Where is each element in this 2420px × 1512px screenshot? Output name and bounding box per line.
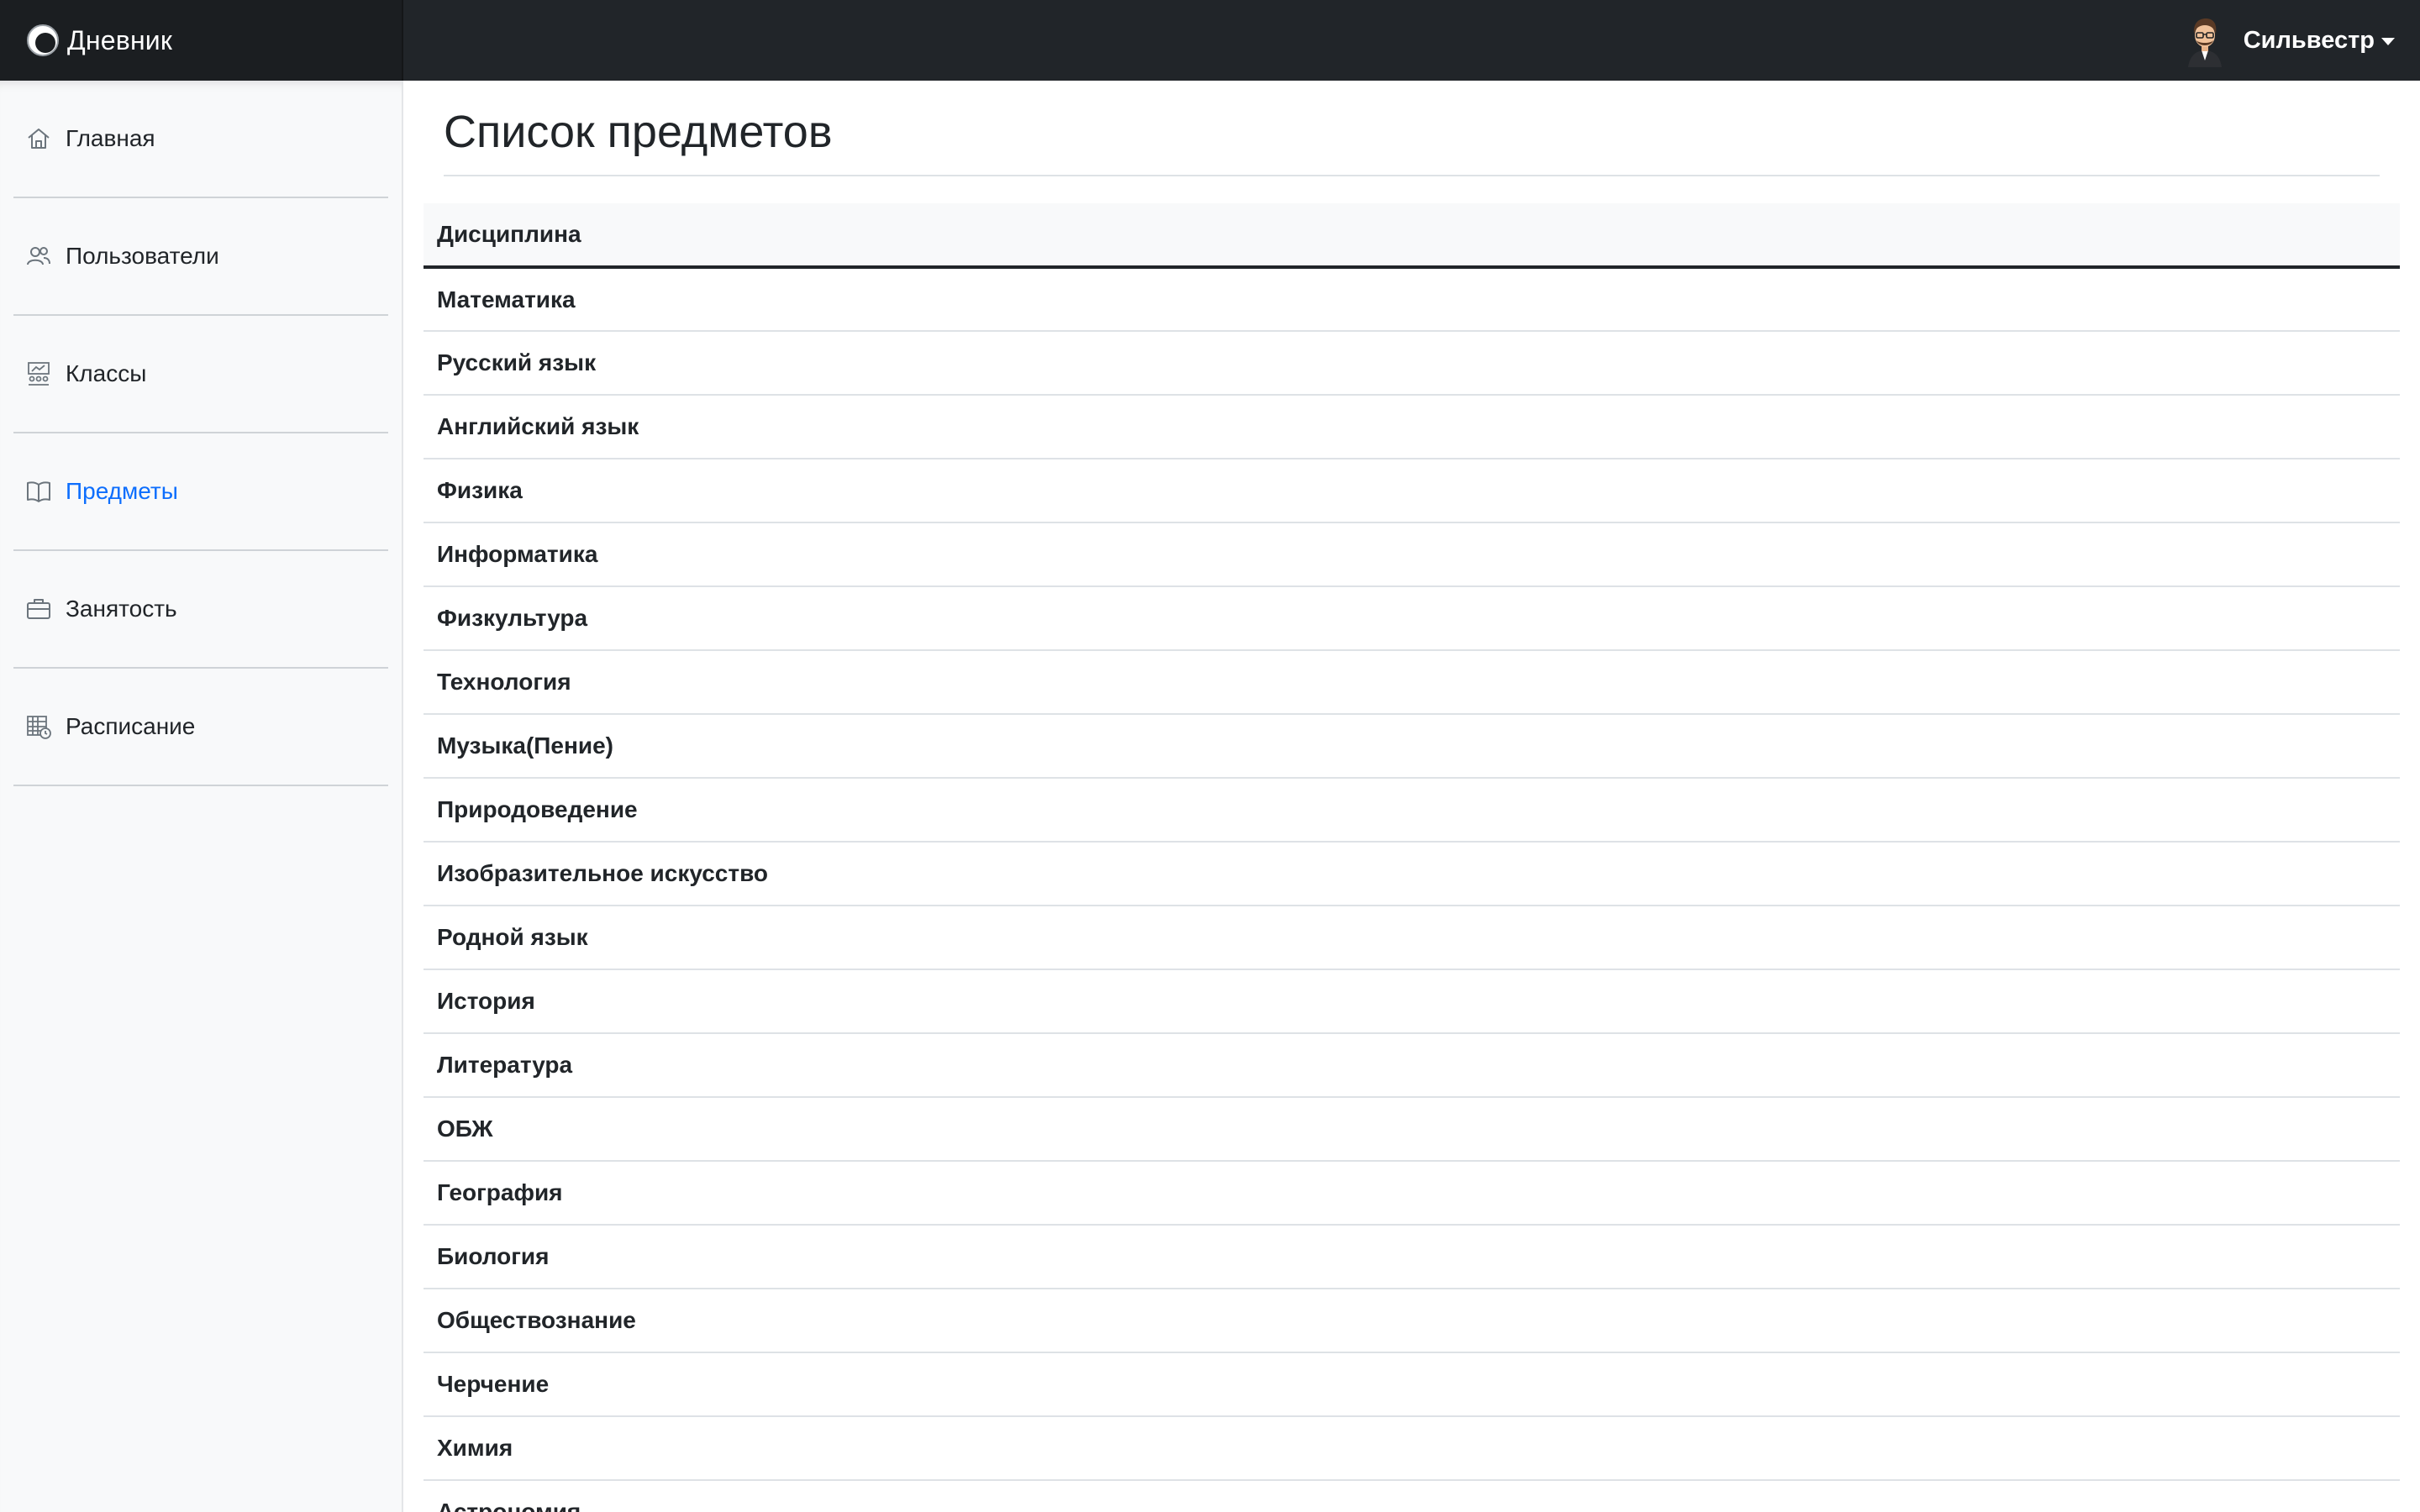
sidebar-item-users[interactable]: Пользователи bbox=[13, 198, 388, 316]
table-row[interactable]: Черчение bbox=[424, 1352, 2400, 1417]
subject-cell: Литература bbox=[424, 1033, 2400, 1098]
table-row[interactable]: География bbox=[424, 1161, 2400, 1226]
sidebar-item-schedule[interactable]: Расписание bbox=[13, 669, 388, 786]
subject-cell: География bbox=[424, 1161, 2400, 1226]
table-row[interactable]: Математика bbox=[424, 267, 2400, 332]
top-navbar: Дневник Сильвестр bbox=[0, 0, 2420, 81]
table-row[interactable]: Химия bbox=[424, 1416, 2400, 1481]
table-row[interactable]: Русский язык bbox=[424, 331, 2400, 396]
subject-cell: Природоведение bbox=[424, 778, 2400, 843]
home-icon bbox=[25, 125, 52, 152]
brand[interactable]: Дневник bbox=[0, 0, 403, 81]
column-header-discipline[interactable]: Дисциплина bbox=[424, 203, 2400, 269]
sidebar-item-home[interactable]: Главная bbox=[13, 81, 388, 198]
table-row[interactable]: Природоведение bbox=[424, 778, 2400, 843]
subject-cell: Химия bbox=[424, 1416, 2400, 1481]
subject-cell: Русский язык bbox=[424, 331, 2400, 396]
sidebar-item-label: Главная bbox=[66, 125, 155, 151]
brand-title: Дневник bbox=[67, 24, 173, 55]
subject-cell: Технология bbox=[424, 650, 2400, 715]
table-row[interactable]: История bbox=[424, 969, 2400, 1034]
app-logo-icon bbox=[25, 23, 60, 58]
sidebar-item-label: Расписание bbox=[66, 713, 196, 739]
subjects-table: Дисциплина Математика Русский язык Англи… bbox=[424, 203, 2400, 1512]
subject-cell: Биология bbox=[424, 1225, 2400, 1289]
briefcase-icon bbox=[25, 596, 52, 622]
calendar-clock-icon bbox=[25, 713, 52, 740]
table-header-row: Дисциплина bbox=[424, 203, 2400, 269]
table-row[interactable]: Английский язык bbox=[424, 395, 2400, 459]
table-row[interactable]: Музыка(Пение) bbox=[424, 714, 2400, 779]
table-row[interactable]: Биология bbox=[424, 1225, 2400, 1289]
sidebar-item-label: Классы bbox=[66, 360, 147, 386]
table-row[interactable]: Обществознание bbox=[424, 1289, 2400, 1353]
table-row[interactable]: Информатика bbox=[424, 522, 2400, 587]
table-row[interactable]: Физика bbox=[424, 459, 2400, 523]
table-row[interactable]: Родной язык bbox=[424, 906, 2400, 970]
subject-cell: Английский язык bbox=[424, 395, 2400, 459]
user-avatar bbox=[2181, 13, 2228, 67]
chevron-down-icon bbox=[2381, 37, 2395, 45]
subject-cell: Родной язык bbox=[424, 906, 2400, 970]
sidebar: Главная Пользователи Классы Предметы Зан… bbox=[0, 81, 403, 1512]
subject-cell: Информатика bbox=[424, 522, 2400, 587]
users-icon bbox=[25, 243, 52, 270]
subject-cell: Музыка(Пение) bbox=[424, 714, 2400, 779]
subject-cell: Физкультура bbox=[424, 586, 2400, 651]
subject-cell: Обществознание bbox=[424, 1289, 2400, 1353]
subject-cell: Физика bbox=[424, 459, 2400, 523]
user-name: Сильвестр bbox=[2243, 26, 2375, 54]
user-menu-dropdown[interactable]: Сильвестр bbox=[2181, 0, 2395, 81]
table-row[interactable]: Литература bbox=[424, 1033, 2400, 1098]
sidebar-item-label: Занятость bbox=[66, 596, 177, 622]
sidebar-item-label: Предметы bbox=[66, 478, 178, 504]
table-row[interactable]: Технология bbox=[424, 650, 2400, 715]
sidebar-item-subjects[interactable]: Предметы bbox=[13, 433, 388, 551]
main-content: Список предметов Дисциплина Математика Р… bbox=[405, 81, 2420, 1512]
sidebar-item-label: Пользователи bbox=[66, 243, 219, 269]
sidebar-item-classes[interactable]: Классы bbox=[13, 316, 388, 433]
subject-cell: Черчение bbox=[424, 1352, 2400, 1417]
table-row[interactable]: Изобразительное искусство bbox=[424, 842, 2400, 906]
subject-cell: ОБЖ bbox=[424, 1097, 2400, 1162]
subject-cell: Изобразительное искусство bbox=[424, 842, 2400, 906]
table-row[interactable]: ОБЖ bbox=[424, 1097, 2400, 1162]
classroom-icon bbox=[25, 360, 52, 387]
subject-cell: Астрономия bbox=[424, 1480, 2400, 1512]
table-row[interactable]: Физкультура bbox=[424, 586, 2400, 651]
sidebar-item-employment[interactable]: Занятость bbox=[13, 551, 388, 669]
book-icon bbox=[25, 478, 52, 505]
title-divider bbox=[444, 175, 2380, 176]
page-title: Список предметов bbox=[444, 107, 833, 157]
subject-cell: Математика bbox=[424, 267, 2400, 332]
subject-cell: История bbox=[424, 969, 2400, 1034]
table-row[interactable]: Астрономия bbox=[424, 1480, 2400, 1512]
